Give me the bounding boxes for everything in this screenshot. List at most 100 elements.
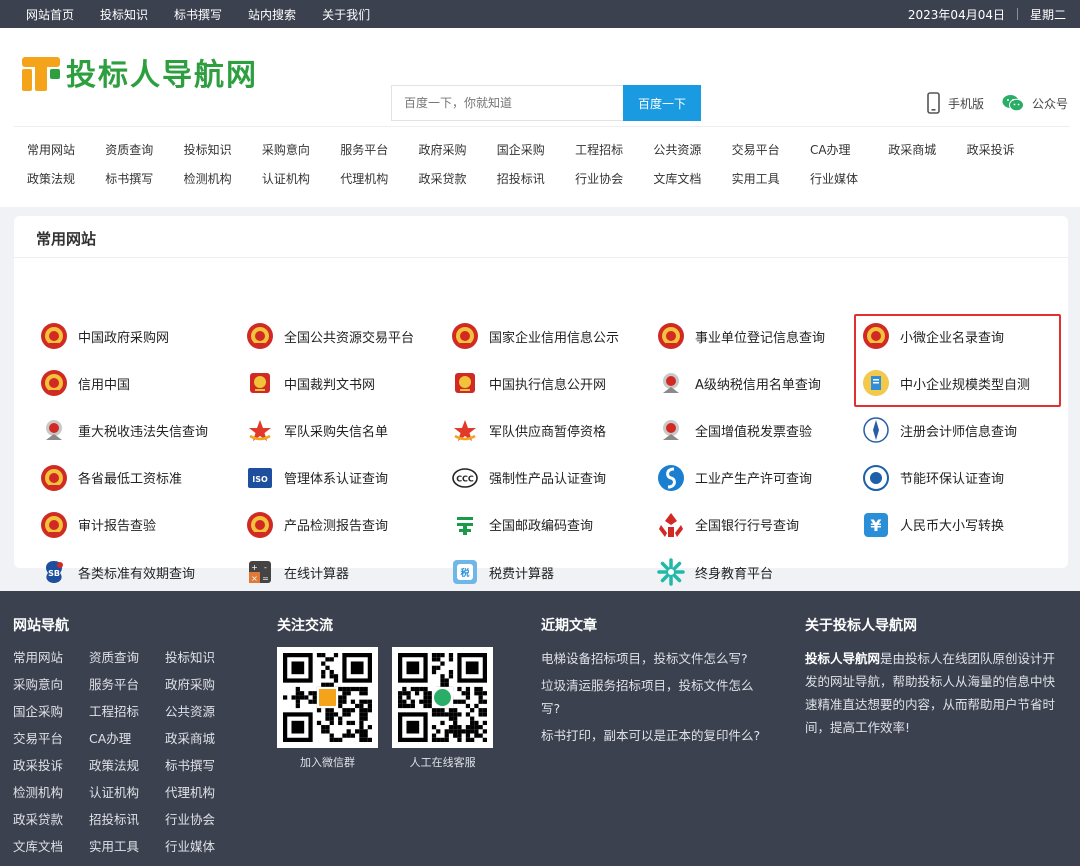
site-label: 中小企业规模类型自测	[900, 377, 1031, 393]
footer-nav-link[interactable]: 文库文档	[13, 836, 89, 855]
site-link[interactable]: 产品检测报告查询	[246, 508, 388, 542]
category-link[interactable]: 政采商城	[875, 141, 953, 158]
site-link[interactable]: 审计报告查验	[40, 508, 156, 542]
category-link[interactable]: 政采投诉	[954, 141, 1032, 158]
site-link[interactable]: 小微企业名录查询	[862, 319, 1004, 353]
footer-nav-link[interactable]: 检测机构	[13, 782, 89, 801]
category-link[interactable]: 认证机构	[249, 170, 327, 187]
category-link[interactable]: 采购意向	[249, 141, 327, 158]
footer-nav-link[interactable]: 代理机构	[165, 782, 241, 801]
category-link[interactable]: 行业协会	[562, 170, 640, 187]
category-link[interactable]: 行业媒体	[797, 170, 875, 187]
site-link[interactable]: 全国公共资源交易平台	[246, 319, 414, 353]
site-link[interactable]: 税 税费计算器	[451, 555, 554, 589]
search-button[interactable]: 百度一下	[623, 85, 701, 121]
footer-nav-link[interactable]: 政府采购	[165, 674, 241, 693]
category-link[interactable]: 服务平台	[327, 141, 405, 158]
site-link[interactable]: 中国裁判文书网	[246, 366, 375, 400]
footer-nav-link[interactable]: 政采投诉	[13, 755, 89, 774]
search-input[interactable]	[391, 85, 623, 121]
site-link[interactable]: 中小企业规模类型自测	[862, 366, 1030, 400]
category-link[interactable]: 代理机构	[327, 170, 405, 187]
category-link[interactable]: 标书撰写	[92, 170, 170, 187]
site-link[interactable]: A级纳税信用名单查询	[657, 366, 821, 400]
site-link[interactable]: 节能环保认证查询	[862, 461, 1004, 495]
footer-nav-link[interactable]: 政采商城	[165, 728, 241, 747]
footer-nav-link[interactable]: 政策法规	[89, 755, 165, 774]
category-link[interactable]: 交易平台	[719, 141, 797, 158]
site-link[interactable]: 事业单位登记信息查询	[657, 319, 825, 353]
site-link[interactable]: 中国执行信息公开网	[451, 366, 606, 400]
category-link[interactable]: 招投标讯	[484, 170, 562, 187]
site-link[interactable]: 军队供应商暂停资格	[451, 413, 606, 447]
site-link[interactable]: 终身教育平台	[657, 555, 773, 589]
category-link[interactable]: 政策法规	[14, 170, 92, 187]
top-nav-knowledge[interactable]: 投标知识	[100, 6, 148, 23]
footer-nav-link[interactable]: 实用工具	[89, 836, 165, 855]
site-label: 信用中国	[78, 377, 131, 393]
article-link[interactable]: 电梯设备招标项目，投标文件怎么写?	[541, 647, 766, 670]
site-link[interactable]: 信用中国	[40, 366, 130, 400]
footer-nav-link[interactable]: 采购意向	[13, 674, 89, 693]
site-link[interactable]: 全国银行行号查询	[657, 508, 799, 542]
category-link[interactable]: 公共资源	[640, 141, 718, 158]
top-nav-search[interactable]: 站内搜索	[248, 6, 296, 23]
footer-nav-link[interactable]: 国企采购	[13, 701, 89, 720]
footer-nav-link[interactable]: 工程招标	[89, 701, 165, 720]
site-link[interactable]: 国家企业信用信息公示	[451, 319, 619, 353]
category-link[interactable]: 实用工具	[719, 170, 797, 187]
site-link[interactable]: 工业产生产许可查询	[657, 461, 812, 495]
category-link[interactable]: 国企采购	[484, 141, 562, 158]
category-link[interactable]: 检测机构	[171, 170, 249, 187]
site-link[interactable]: 全国邮政编码查询	[451, 508, 593, 542]
top-nav-about[interactable]: 关于我们	[322, 6, 370, 23]
footer-nav-link[interactable]: 标书撰写	[165, 755, 241, 774]
footer-nav-link[interactable]: CA办理	[89, 728, 165, 747]
category-link[interactable]: 常用网站	[14, 141, 92, 158]
category-link[interactable]: 投标知识	[171, 141, 249, 158]
footer-nav-link[interactable]: 服务平台	[89, 674, 165, 693]
standard-icon: SB	[40, 558, 68, 586]
site-link[interactable]: 军队采购失信名单	[246, 413, 388, 447]
category-link[interactable]: 文库文档	[640, 170, 718, 187]
site-link[interactable]: 各省最低工资标准	[40, 461, 182, 495]
footer-nav-link[interactable]: 交易平台	[13, 728, 89, 747]
site-link[interactable]: 中国政府采购网	[40, 319, 169, 353]
footer-nav-link[interactable]: 政采贷款	[13, 809, 89, 828]
top-nav-home[interactable]: 网站首页	[26, 6, 74, 23]
wechat-group-qr[interactable]: 加入微信群	[277, 647, 378, 770]
site-link[interactable]: ¥ 人民币大小写转换	[862, 508, 1004, 542]
emblem-icon	[246, 511, 274, 539]
footer-nav-link[interactable]: 招投标讯	[89, 809, 165, 828]
category-link[interactable]: 资质查询	[92, 141, 170, 158]
site-link[interactable]: 重大税收违法失信查询	[40, 413, 208, 447]
footer-nav-link[interactable]: 公共资源	[165, 701, 241, 720]
cpa-icon	[862, 416, 890, 444]
footer-nav-link[interactable]: 行业媒体	[165, 836, 241, 855]
site-link[interactable]: + - × = 在线计算器	[246, 555, 349, 589]
category-link[interactable]: 政采贷款	[405, 170, 483, 187]
category-link[interactable]: 政府采购	[405, 141, 483, 158]
footer-nav-link[interactable]: 常用网站	[13, 647, 89, 666]
mobile-link[interactable]: 手机版	[927, 92, 984, 114]
category-link[interactable]: CA办理	[797, 141, 875, 158]
site-logo[interactable]: 投标人导航网	[20, 50, 258, 94]
footer-nav-link[interactable]: 认证机构	[89, 782, 165, 801]
site-link[interactable]: SB 各类标准有效期查询	[40, 555, 195, 589]
common-sites-panel: 常用网站 中国政府采购网 全国公共资源交易平台 国家企业信用信息公示 事业单位登记信息…	[14, 216, 1068, 586]
article-link[interactable]: 垃圾清运服务招标项目，投标文件怎么写?	[541, 674, 766, 720]
svg-text:CCC: CCC	[456, 474, 474, 483]
article-link[interactable]: 标书打印，副本可以是正本的复印件么?	[541, 724, 766, 747]
footer-nav-link[interactable]: 投标知识	[165, 647, 241, 666]
footer-nav-link[interactable]: 行业协会	[165, 809, 241, 828]
site-label: 各省最低工资标准	[78, 472, 183, 488]
site-link[interactable]: CCC 强制性产品认证查询	[451, 461, 606, 495]
site-link[interactable]: ISO 管理体系认证查询	[246, 461, 388, 495]
support-qr[interactable]: 人工在线客服	[392, 647, 494, 770]
wechat-link[interactable]: 公众号	[1002, 94, 1068, 112]
category-link[interactable]: 工程招标	[562, 141, 640, 158]
site-link[interactable]: 注册会计师信息查询	[862, 413, 1017, 447]
top-nav-writing[interactable]: 标书撰写	[174, 6, 222, 23]
site-link[interactable]: 全国增值税发票查验	[657, 413, 812, 447]
footer-nav-link[interactable]: 资质查询	[89, 647, 165, 666]
